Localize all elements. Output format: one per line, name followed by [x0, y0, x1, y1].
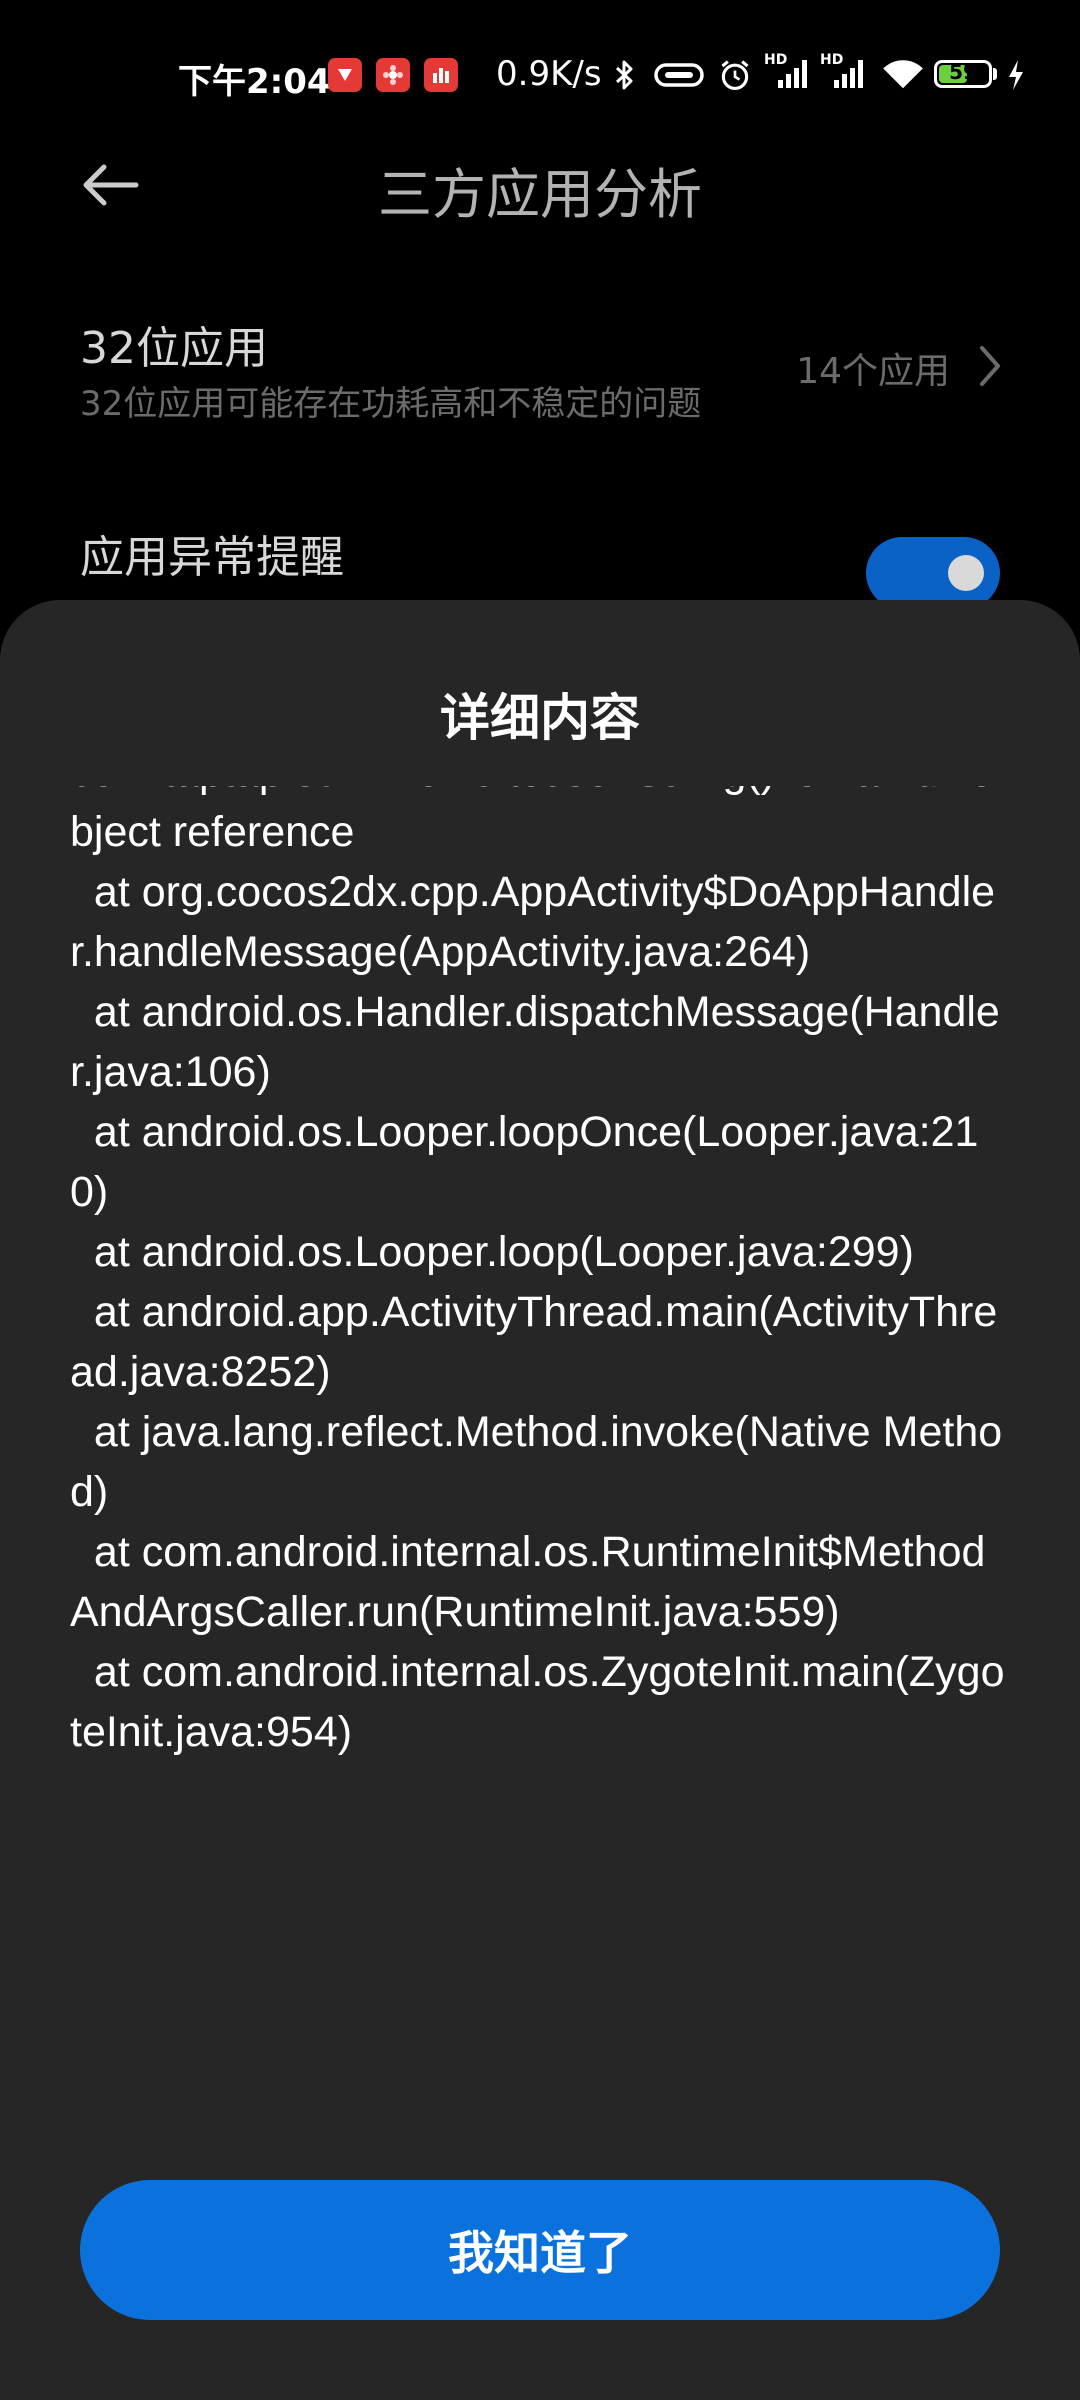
row-title: 32位应用	[80, 323, 268, 374]
vibrate-icon	[654, 63, 704, 87]
hd-signal-icon: HD	[764, 52, 814, 88]
row-title: 应用异常提醒	[80, 532, 344, 583]
page-title: 三方应用分析	[378, 163, 702, 226]
app-count: 14个应用	[796, 351, 950, 392]
hd-signal-icon: HD	[820, 52, 870, 88]
status-time: 下午2:04	[178, 62, 331, 102]
screen: 下午2:04 0.9K/s HD HD 59 三方应用分析 32位应用 32位应…	[0, 0, 1080, 2400]
detail-bottom-sheet: 详细内容 com.taptap.sdk.Profile.toJsonString…	[0, 600, 1080, 2400]
wifi-icon	[883, 60, 923, 89]
flower-app-icon	[376, 58, 410, 92]
alarm-icon	[721, 60, 749, 90]
detail-scroll-area[interactable]: com.taptap.sdk.Profile.toJsonString()' o…	[70, 786, 1010, 1796]
stack-trace-text: com.taptap.sdk.Profile.toJsonString()' o…	[70, 786, 1005, 1756]
got-it-button[interactable]: 我知道了	[80, 2180, 1000, 2320]
battery-icon: 59	[934, 60, 992, 88]
battery-tip	[993, 68, 997, 80]
abnormal-reminder-toggle[interactable]	[866, 537, 1000, 609]
charging-icon	[1009, 60, 1023, 90]
bluetooth-icon	[615, 60, 633, 90]
status-bar: 下午2:04 0.9K/s HD HD 59	[0, 40, 1080, 110]
battery-level: 59	[949, 60, 977, 84]
chevron-right-icon	[980, 346, 1000, 386]
hd-label: HD	[820, 52, 844, 68]
toggle-knob	[948, 555, 984, 591]
app-notification-icon	[328, 58, 362, 92]
chart-app-icon	[424, 58, 458, 92]
hd-label: HD	[764, 52, 788, 68]
setting-row-32bit-apps[interactable]: 32位应用 32位应用可能存在功耗高和不稳定的问题 14个应用	[0, 300, 1080, 440]
row-subtitle: 32位应用可能存在功耗高和不稳定的问题	[80, 384, 702, 424]
network-speed: 0.9K/s	[496, 54, 602, 94]
sheet-title: 详细内容	[440, 689, 640, 747]
